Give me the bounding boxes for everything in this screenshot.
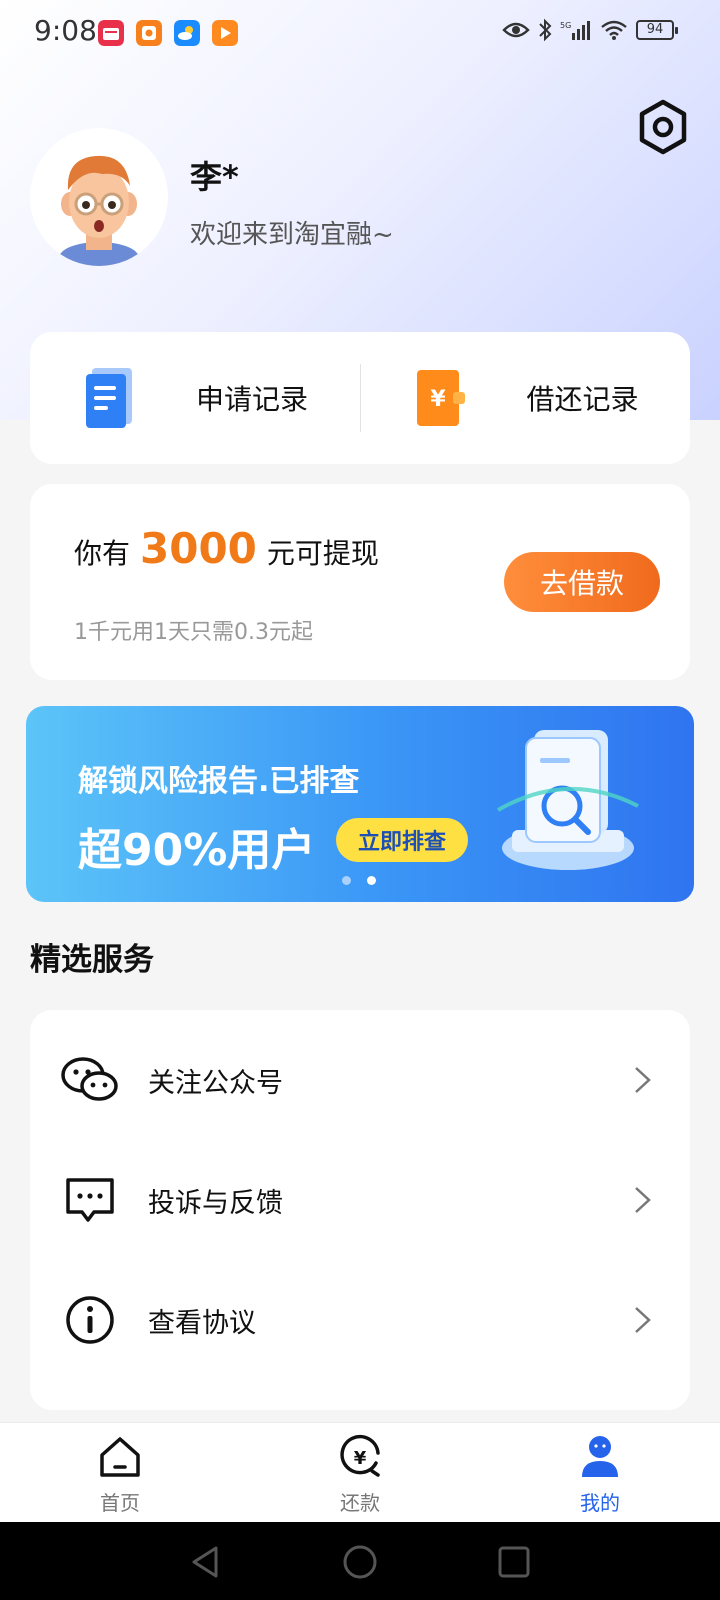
nav-home[interactable]: 首页 <box>60 1433 180 1517</box>
loan-rate-note: 1千元用1天只需0.3元起 <box>74 620 313 645</box>
banner-subheadline: 超90%用户 <box>78 825 316 876</box>
wifi-icon <box>601 20 627 40</box>
eye-icon <box>502 22 530 38</box>
bluetooth-icon <box>539 18 552 42</box>
loan-card: 你有 3000 元可提现 1千元用1天只需0.3元起 去借款 <box>30 484 690 680</box>
profile-icon <box>582 1436 618 1477</box>
follow-official-account-row[interactable]: 关注公众号 <box>30 1030 690 1130</box>
nav-home-label: 首页 <box>100 1491 140 1515</box>
news-app-icon <box>98 20 124 46</box>
nav-mine-label: 我的 <box>580 1491 620 1515</box>
banner-headline: 解锁风险报告.已排查 <box>78 764 360 799</box>
status-bar: 9:08 5G 94 <box>0 0 720 68</box>
service-label: 关注公众号 <box>148 1067 283 1099</box>
svg-text:¥: ¥ <box>354 1448 367 1469</box>
service-label: 查看协议 <box>148 1307 256 1339</box>
application-records-button[interactable]: 申请记录 <box>30 332 360 464</box>
repay-icon: ¥ <box>340 1434 380 1477</box>
yuan-wallet-icon: ¥ <box>416 370 465 426</box>
bottom-navigation: 首页 ¥ 还款 我的 <box>0 1422 720 1522</box>
svg-text:5G: 5G <box>560 21 571 30</box>
recents-square-icon[interactable] <box>494 1542 534 1582</box>
risk-report-illustration <box>497 730 639 870</box>
records-card: 申请记录 ¥ 借还记录 <box>30 332 690 464</box>
nav-repay-label: 还款 <box>340 1491 380 1515</box>
service-label: 投诉与反馈 <box>148 1187 283 1219</box>
welcome-text: 欢迎来到淘宜融~ <box>190 220 394 250</box>
home-icon <box>100 1437 140 1477</box>
amount-suffix: 元可提现 <box>266 537 379 570</box>
services-title: 精选服务 <box>30 942 154 978</box>
application-records-label: 申请记录 <box>196 383 309 416</box>
borrow-button[interactable]: 去借款 <box>504 552 660 612</box>
orange-app-icon <box>136 20 162 46</box>
amount-prefix: 你有 <box>74 537 131 570</box>
loan-records-label: 借还记录 <box>526 383 639 416</box>
system-navigation-bar <box>0 1522 720 1600</box>
promo-banner[interactable]: 解锁风险报告.已排查 超90%用户 立即排查 <box>26 706 694 902</box>
banner-dot[interactable] <box>342 876 351 885</box>
5g-signal-icon: 5G <box>560 21 590 40</box>
feedback-icon <box>66 1178 114 1222</box>
check-now-button[interactable]: 立即排查 <box>336 818 468 862</box>
document-icon <box>86 368 132 428</box>
video-app-icon <box>212 20 238 46</box>
view-agreements-row[interactable]: 查看协议 <box>30 1270 690 1370</box>
svg-text:¥: ¥ <box>430 387 446 412</box>
available-amount-line: 你有 3000 元可提现 <box>74 524 379 573</box>
nav-mine[interactable]: 我的 <box>540 1433 660 1517</box>
banner-dot-active[interactable] <box>367 876 376 885</box>
home-circle-icon[interactable] <box>340 1542 380 1582</box>
settings-gear-icon[interactable] <box>634 98 692 156</box>
complaint-feedback-row[interactable]: 投诉与反馈 <box>30 1150 690 1250</box>
info-icon <box>66 1296 114 1344</box>
status-time: 9:08 <box>34 14 97 47</box>
nav-repay[interactable]: ¥ 还款 <box>300 1433 420 1517</box>
user-name: 李* <box>190 158 239 196</box>
avatar[interactable] <box>30 128 168 266</box>
available-amount: 3000 <box>140 524 257 573</box>
loan-records-button[interactable]: ¥ 借还记录 <box>361 332 691 464</box>
services-card: 关注公众号 投诉与反馈 查看协议 <box>30 1010 690 1410</box>
status-indicators: 5G 94 <box>502 18 678 42</box>
chevron-right-icon <box>635 1067 651 1093</box>
chevron-right-icon <box>635 1187 651 1213</box>
avatar-illustration <box>59 155 139 266</box>
battery-icon: 94 <box>636 20 678 40</box>
weather-app-icon <box>174 20 200 46</box>
wechat-icon <box>61 1057 118 1101</box>
back-icon[interactable] <box>186 1542 226 1582</box>
banner-pagination <box>342 876 376 885</box>
chevron-right-icon <box>635 1307 651 1333</box>
notification-apps <box>98 20 238 46</box>
